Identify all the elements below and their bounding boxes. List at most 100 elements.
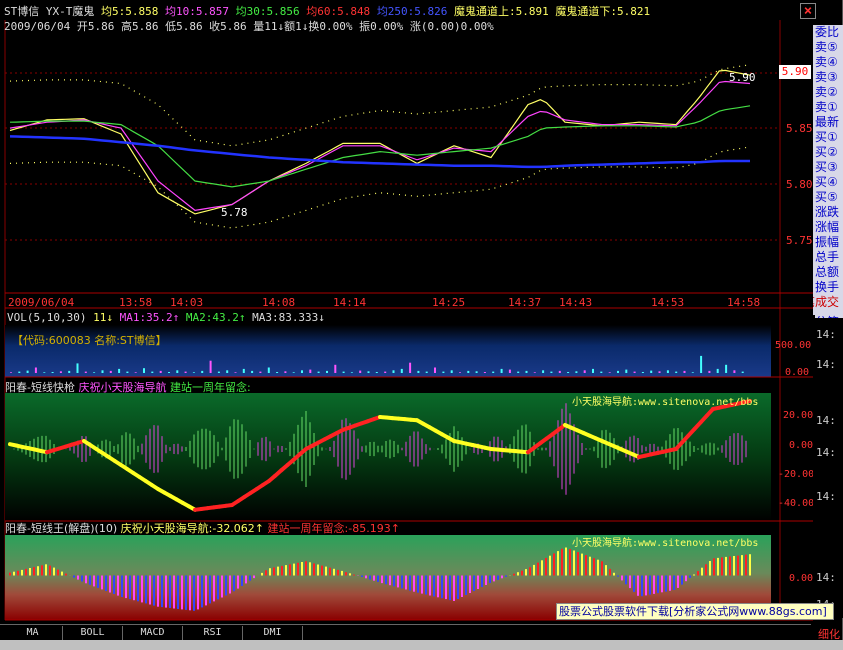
high-annotation: 5.90 (729, 71, 756, 84)
king-watermark: 小天股海导航:www.sitenova.net/bbs (572, 538, 759, 549)
side-item-sell3[interactable]: 卖③ (815, 70, 843, 85)
tab-boll[interactable]: BOLL (63, 626, 123, 640)
time-tick: 14:37 (508, 296, 542, 309)
volume-bar (583, 370, 586, 373)
volume-bar (691, 372, 694, 373)
side-item-buy2[interactable]: 买② (815, 145, 843, 160)
volume-bar (483, 372, 486, 373)
side-item-buy5[interactable]: 买⑤ (815, 190, 843, 205)
king-sub2: 建站一周年留念:-85.193↑ (267, 522, 400, 535)
volume-bar (93, 372, 96, 373)
king-header: 阳春-短线王(解盘)(10) 庆祝小天股海导航:-32.062↑ 建站一周年留念… (5, 522, 400, 535)
volume-bar (666, 370, 669, 373)
volume-bar (26, 370, 29, 373)
volume-bar (550, 371, 553, 373)
side-item-total-volume[interactable]: 总手 (815, 250, 843, 265)
volume-bar (417, 370, 420, 373)
time-tick: 14:43 (559, 296, 593, 309)
side-item-buy4[interactable]: 买④ (815, 175, 843, 190)
volume-bar (558, 370, 561, 373)
right-time: 14: (816, 446, 836, 459)
oscillator-ytick: 0.00 (789, 440, 814, 451)
side-item-turnover[interactable]: 换手 (815, 280, 843, 295)
side-item-amplitude[interactable]: 振幅 (815, 235, 843, 250)
tab-dmi[interactable]: DMI (243, 626, 303, 640)
volume-bar (143, 368, 145, 373)
time-tick: 14:03 (170, 296, 204, 309)
volume-ma3: MA3:83.333↓ (252, 311, 325, 324)
oscillator-panel-bg (5, 393, 771, 521)
volume-bar (492, 371, 495, 373)
side-item-latest[interactable]: 最新 (815, 115, 843, 130)
volume-bar (533, 372, 536, 373)
volume-bar (741, 371, 744, 373)
volume-bar (10, 372, 12, 373)
volume-bar (201, 370, 204, 373)
indicator-tab-bar: MA BOLL MACD RSI DMI (0, 624, 811, 640)
volume-bar (59, 371, 62, 373)
volume-bar (234, 372, 237, 373)
price-ytick: 5.75 (786, 234, 813, 247)
volume-ma2: MA2:43.2↑ (185, 311, 246, 324)
volume-header: VOL(5,10,30) 11↓ MA1:35.2↑ MA2:43.2↑ MA3… (7, 311, 325, 324)
side-item-change[interactable]: 涨跌 (815, 205, 843, 220)
volume-ytick: 500.00 (775, 340, 812, 351)
volume-bar (51, 372, 54, 373)
volume-bar (450, 370, 453, 373)
side-item-sell5[interactable]: 卖⑤ (815, 40, 843, 55)
volume-bar (242, 368, 245, 373)
quote-line: 2009/06/04 开5.86 高5.86 低5.86 收5.86 量11↓额… (4, 20, 494, 33)
side-item-tick-trades[interactable]: 分笔成交 (813, 295, 841, 310)
oscillator-ytick: 20.00 (783, 410, 814, 421)
volume-bar (384, 371, 387, 373)
tab-macd[interactable]: MACD (123, 626, 183, 640)
side-item-change-pct[interactable]: 涨幅 (815, 220, 843, 235)
volume-bar (508, 369, 511, 373)
current-price-label: 5.90 (779, 65, 811, 79)
right-time-column: 14: 14: 14: 14: 14: 14: 14: (813, 318, 843, 618)
side-item-sell1[interactable]: 卖① (815, 100, 843, 115)
side-item-sell2[interactable]: 卖② (815, 85, 843, 100)
right-time: 14: (816, 358, 836, 371)
volume-bar (159, 370, 162, 373)
ma10-readout: 均10:5.857 (164, 5, 229, 18)
volume-bar (641, 372, 644, 373)
volume-bar (68, 370, 71, 373)
side-item-buy3[interactable]: 买③ (815, 160, 843, 175)
side-item-weibi[interactable]: 委比 (815, 25, 843, 40)
oscillator-watermark: 小天股海导航:www.sitenova.net/bbs (572, 397, 759, 408)
volume-bar (334, 364, 337, 373)
volume-bar (625, 369, 628, 373)
volume-ma1: MA1:35.2↑ (119, 311, 180, 324)
chart-window: ST博信 YX-T魔鬼 均5:5.858 均10:5.857 均30:5.856… (0, 0, 843, 650)
volume-bar (126, 371, 129, 373)
volume-bar (34, 367, 37, 373)
close-button[interactable]: × (800, 3, 816, 19)
volume-bar (251, 370, 254, 373)
volume-bar (708, 370, 711, 373)
volume-bar (326, 370, 328, 373)
volume-bar (716, 368, 719, 373)
volume-bar (276, 372, 279, 373)
king-sub1: 庆祝小天股海导航:-32.062↑ (120, 522, 265, 535)
tab-ma[interactable]: MA (3, 626, 63, 640)
volume-bar (134, 372, 137, 373)
volume-bar (267, 367, 270, 373)
volume-bar (184, 371, 187, 373)
king-ytick: 0.00 (789, 573, 814, 584)
volume-bar (84, 371, 87, 373)
side-item-total-amount[interactable]: 总额 (815, 265, 843, 280)
volume-bar (567, 372, 570, 373)
ma5-readout: 均5:5.858 (101, 5, 159, 18)
tab-rsi[interactable]: RSI (183, 626, 243, 640)
volume-bar (675, 371, 678, 373)
side-item-buy1[interactable]: 买① (815, 130, 843, 145)
volume-bar (575, 371, 578, 373)
side-item-sell4[interactable]: 卖④ (815, 55, 843, 70)
promo-banner-link[interactable]: 股票公式股票软件下载[分析家公式网www.88gs.com] (556, 603, 834, 620)
volume-bar (400, 368, 403, 373)
volume-bar (392, 370, 395, 373)
volume-bar (683, 370, 686, 373)
volume-bar (725, 364, 728, 373)
volume-bar (375, 372, 378, 373)
